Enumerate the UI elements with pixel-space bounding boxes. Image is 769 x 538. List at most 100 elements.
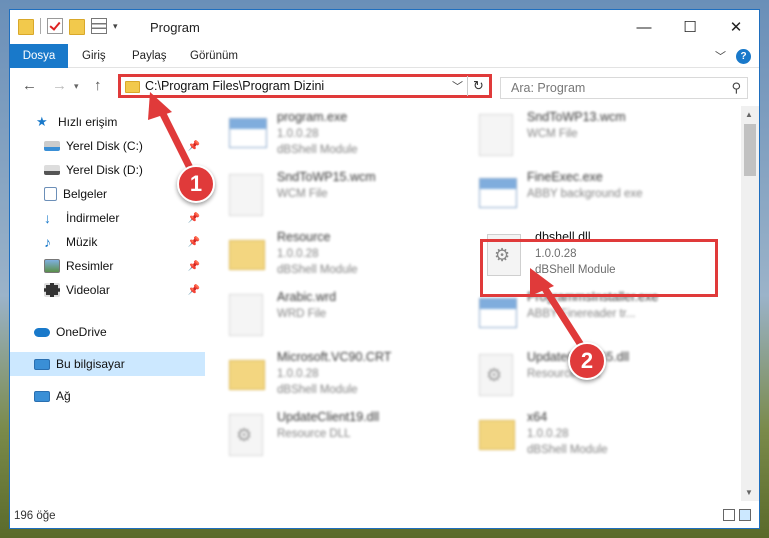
ribbon-right: ﹀ ? xyxy=(715,48,751,64)
file-detail: ABBY background exe xyxy=(527,188,643,200)
annotation-badge-1: 1 xyxy=(177,165,215,203)
tab-view[interactable]: Görünüm xyxy=(180,44,248,68)
file-item[interactable]: x64 1.0.0.28 dBShell Module xyxy=(465,410,695,466)
file-name: FineExec.exe xyxy=(527,170,603,184)
scroll-down-icon[interactable]: ▼ xyxy=(745,488,753,497)
quick-access-toolbar: ▾ xyxy=(18,18,118,35)
refresh-icon[interactable]: ↻ xyxy=(467,76,489,96)
maximize-button[interactable]: ☐ xyxy=(667,10,713,44)
close-button[interactable]: ✕ xyxy=(713,10,759,44)
search-placeholder: Ara: Program xyxy=(511,81,586,95)
pin-icon[interactable]: 📌 xyxy=(188,237,200,248)
help-icon[interactable]: ? xyxy=(736,48,751,64)
file-name: Arabic.wrd xyxy=(277,290,337,304)
file-item[interactable]: UpdateClient19.dll Resource DLL xyxy=(215,410,445,466)
file-item[interactable]: Resource 1.0.0.28 dBShell Module xyxy=(215,230,445,286)
ribbon-tabs: Dosya Giriş Paylaş Görünüm ﹀ ? xyxy=(10,44,759,100)
new-folder-icon[interactable] xyxy=(69,19,85,35)
folder-icon xyxy=(479,420,515,450)
sidebar-item-music[interactable]: ♪ Müzik 📌 xyxy=(10,230,205,254)
navigation-pane: ★ Hızlı erişim Yerel Disk (C:) 📌 Yerel D… xyxy=(10,106,205,501)
network-icon xyxy=(34,390,50,402)
sidebar-item-label: Ağ xyxy=(56,389,71,403)
tiles-view-icon[interactable] xyxy=(739,509,751,521)
address-dropdown-icon[interactable]: ﹀ xyxy=(452,78,463,94)
computer-icon xyxy=(34,358,50,370)
star-icon: ★ xyxy=(36,114,48,129)
minimize-button[interactable]: — xyxy=(621,10,667,44)
pin-icon[interactable]: 📌 xyxy=(188,141,200,152)
vertical-scrollbar[interactable]: ▲ ▼ xyxy=(741,106,759,501)
file-name: Microsoft.VC90.CRT xyxy=(277,350,392,364)
file-item[interactable]: ProgrammsInstaller.exe ABBY Finereader t… xyxy=(465,290,695,346)
file-detail: ABBY Finereader tr... xyxy=(527,308,636,320)
pin-icon[interactable]: 📌 xyxy=(188,261,200,272)
file-list: program.exe 1.0.0.28 dBShell Module SndT… xyxy=(215,106,741,501)
scroll-up-icon[interactable]: ▲ xyxy=(745,110,753,119)
forward-arrow-icon[interactable]: → xyxy=(52,77,67,94)
recent-locations-chevron-icon[interactable]: ▾ xyxy=(74,81,79,92)
file-detail: 1.0.0.28 xyxy=(277,128,319,140)
file-item[interactable]: program.exe 1.0.0.28 dBShell Module xyxy=(215,110,445,166)
app-icon xyxy=(479,178,517,208)
sidebar-item-quick-access[interactable]: ★ Hızlı erişim xyxy=(10,110,205,134)
navigation-bar: ← → ▾ ↑ C:\Program Files\Program Dizini … xyxy=(10,68,759,104)
tab-home[interactable]: Giriş xyxy=(72,44,116,68)
sidebar-item-label: Resimler xyxy=(66,259,114,273)
up-arrow-icon[interactable]: ↑ xyxy=(94,77,102,94)
properties-check-icon[interactable] xyxy=(47,18,63,34)
sidebar-item-documents[interactable]: Belgeler 📌 xyxy=(10,182,205,206)
sidebar-item-label: İndirmeler xyxy=(66,211,120,225)
sidebar-item-label: Müzik xyxy=(66,235,98,249)
customize-toolbar-chevron-icon[interactable]: ▾ xyxy=(113,21,118,32)
sidebar-item-label: Bu bilgisayar xyxy=(56,357,125,371)
expand-ribbon-icon[interactable]: ﹀ xyxy=(715,48,726,64)
sidebar-item-label: OneDrive xyxy=(56,325,107,339)
address-bar[interactable]: C:\Program Files\Program Dizini ﹀ ↻ xyxy=(118,74,492,98)
sidebar-item-network[interactable]: Ağ xyxy=(10,384,205,408)
file-detail: 1.0.0.28 xyxy=(277,368,319,380)
explorer-window: ▾ Program — ☐ ✕ Dosya Giriş Paylaş Görün… xyxy=(9,9,760,529)
pin-icon[interactable]: 📌 xyxy=(188,285,200,296)
sidebar-item-drive-c[interactable]: Yerel Disk (C:) 📌 xyxy=(10,134,205,158)
sidebar-item-pictures[interactable]: Resimler 📌 xyxy=(10,254,205,278)
documents-icon xyxy=(44,187,57,201)
view-buttons xyxy=(723,509,751,521)
file-name: UpdateClient19.dll xyxy=(277,410,380,424)
drive-icon xyxy=(44,141,60,151)
sidebar-item-onedrive[interactable]: OneDrive xyxy=(10,320,205,344)
file-detail: Resource DLL xyxy=(277,428,351,440)
sidebar-item-downloads[interactable]: ↓ İndirmeler 📌 xyxy=(10,206,205,230)
file-item[interactable]: FineExec.exe ABBY background exe xyxy=(465,170,695,226)
details-view-icon[interactable] xyxy=(723,509,735,521)
back-arrow-icon[interactable]: ← xyxy=(22,77,37,94)
divider xyxy=(40,18,41,34)
file-item[interactable]: SndToWP15.wcm WCM File xyxy=(215,170,445,226)
sidebar-item-label: Hızlı erişim xyxy=(58,115,118,129)
tab-share[interactable]: Paylaş xyxy=(122,44,177,68)
file-item[interactable]: Arabic.wrd WRD File xyxy=(215,290,445,346)
exe-icon xyxy=(229,118,267,148)
file-item[interactable]: SndToWP13.wcm WCM File xyxy=(465,110,695,166)
pin-icon[interactable]: 📌 xyxy=(188,213,200,224)
file-name: SndToWP15.wcm xyxy=(277,170,376,184)
sidebar-item-this-pc[interactable]: Bu bilgisayar xyxy=(10,352,205,376)
folder-icon xyxy=(229,360,265,390)
folder-icon xyxy=(125,81,140,93)
sidebar-item-videos[interactable]: Videolar 📌 xyxy=(10,278,205,302)
sidebar-item-label: Videolar xyxy=(66,283,110,297)
pictures-icon xyxy=(44,259,60,273)
file-detail: WCM File xyxy=(277,188,328,200)
search-box[interactable]: Ara: Program ⚲ xyxy=(500,77,748,99)
search-icon[interactable]: ⚲ xyxy=(731,80,741,96)
drive-icon xyxy=(44,165,60,175)
folder-icon xyxy=(229,240,265,270)
file-icon xyxy=(229,294,263,336)
properties-icon[interactable] xyxy=(91,18,107,34)
sidebar-item-drive-d[interactable]: Yerel Disk (D:) xyxy=(10,158,205,182)
title-bar: ▾ Program — ☐ ✕ xyxy=(10,10,759,44)
scrollbar-thumb[interactable] xyxy=(744,124,756,176)
file-item[interactable]: Microsoft.VC90.CRT 1.0.0.28 dBShell Modu… xyxy=(215,350,445,406)
status-bar: 196 öğe xyxy=(10,501,759,528)
highlight-box xyxy=(480,239,718,297)
